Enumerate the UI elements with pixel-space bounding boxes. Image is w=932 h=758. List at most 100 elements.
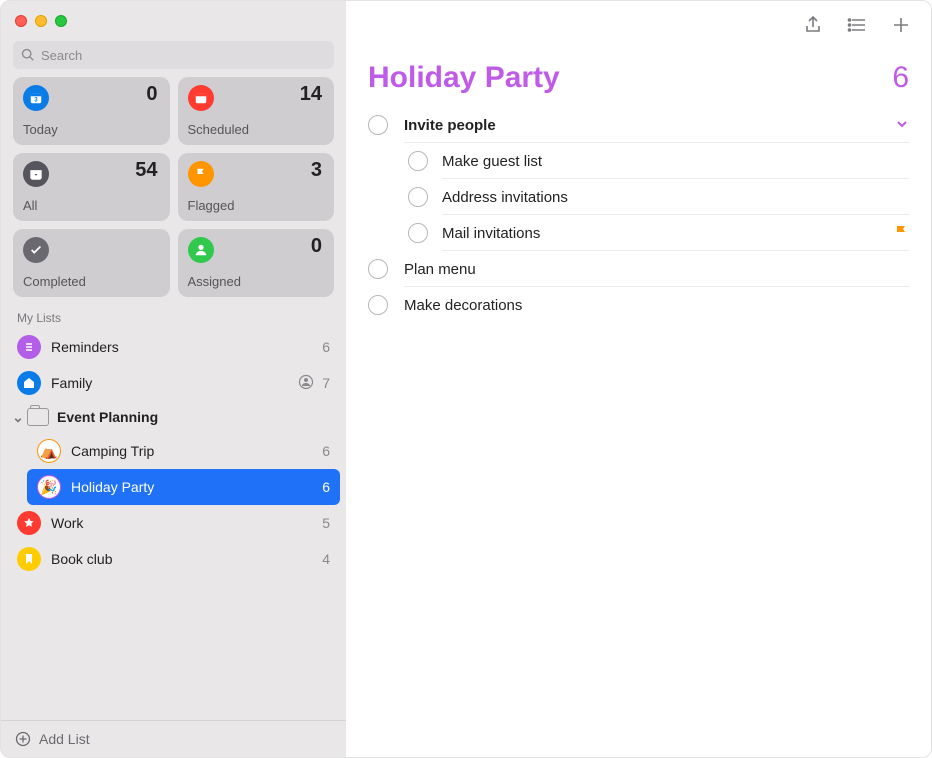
smart-completed-label: Completed <box>23 274 86 289</box>
list-name: Camping Trip <box>71 443 322 459</box>
group-name: Event Planning <box>57 409 158 425</box>
list-name: Holiday Party <box>71 479 322 495</box>
window-close-button[interactable] <box>15 15 27 27</box>
reminder-invite-people[interactable]: Invite people <box>346 107 931 143</box>
list-title-row: Holiday Party 6 <box>346 49 931 101</box>
search-icon <box>21 48 35 62</box>
smart-flagged-count: 3 <box>311 159 322 182</box>
main-panel: Holiday Party 6 Invite people Make guest… <box>346 1 931 757</box>
list-count: 6 <box>322 479 330 495</box>
reminder-make-guest-list[interactable]: Make guest list <box>346 143 931 179</box>
list-count: 4 <box>322 551 330 567</box>
list-icon <box>17 335 41 359</box>
svg-text:3: 3 <box>34 97 38 104</box>
reminder-flag[interactable] <box>893 224 909 243</box>
calendar-icon <box>188 85 214 111</box>
smart-assigned-label: Assigned <box>188 274 241 289</box>
view-options-button[interactable] <box>845 13 869 37</box>
smart-all-label: All <box>23 198 37 213</box>
reminder-checkbox[interactable] <box>408 223 428 243</box>
sidebar: Search 3 0 Today 14 Scheduled <box>1 1 346 757</box>
smart-today-count: 0 <box>146 83 157 106</box>
my-lists-header: My Lists <box>1 301 346 329</box>
check-icon <box>23 237 49 263</box>
shared-icon <box>298 374 314 393</box>
reminder-title: Make decorations <box>404 297 522 314</box>
list-count: 6 <box>322 443 330 459</box>
smart-flagged-label: Flagged <box>188 198 235 213</box>
subtasks-toggle[interactable] <box>895 117 909 134</box>
list-total-count: 6 <box>892 61 909 95</box>
flag-icon <box>893 224 909 240</box>
list-count: 6 <box>322 339 330 355</box>
reminder-checkbox[interactable] <box>368 115 388 135</box>
share-icon <box>803 15 823 35</box>
list-options-icon <box>847 15 867 35</box>
smart-lists-grid: 3 0 Today 14 Scheduled 54 All <box>1 77 346 301</box>
list-count: 7 <box>322 375 330 391</box>
search-input[interactable]: Search <box>13 41 334 69</box>
reminder-title: Invite people <box>404 117 496 134</box>
sidebar-list-book-club[interactable]: Book club 4 <box>1 541 346 577</box>
list-emoji-icon: ⛺️ <box>37 439 61 463</box>
list-name: Reminders <box>51 339 322 355</box>
person-icon <box>188 237 214 263</box>
bookmark-icon <box>17 547 41 571</box>
add-list-label: Add List <box>39 731 90 747</box>
add-list-button[interactable]: Add List <box>1 720 346 757</box>
reminder-plan-menu[interactable]: Plan menu <box>346 251 931 287</box>
smart-all[interactable]: 54 All <box>13 153 170 221</box>
smart-completed[interactable]: Completed <box>13 229 170 297</box>
reminder-address-invitations[interactable]: Address invitations <box>346 179 931 215</box>
new-reminder-button[interactable] <box>889 13 913 37</box>
tray-icon <box>23 161 49 187</box>
reminder-mail-invitations[interactable]: Mail invitations <box>346 215 931 251</box>
reminder-title: Mail invitations <box>442 225 540 242</box>
reminder-make-decorations[interactable]: Make decorations <box>346 287 931 323</box>
list-count: 5 <box>322 515 330 531</box>
sidebar-list-family[interactable]: Family 7 <box>1 365 346 401</box>
share-button[interactable] <box>801 13 825 37</box>
smart-scheduled-count: 14 <box>300 83 322 106</box>
list-name: Family <box>51 375 298 391</box>
smart-all-count: 54 <box>135 159 157 182</box>
main-toolbar <box>346 1 931 49</box>
window-minimize-button[interactable] <box>35 15 47 27</box>
smart-scheduled-label: Scheduled <box>188 122 249 137</box>
smart-today-label: Today <box>23 122 58 137</box>
smart-today[interactable]: 3 0 Today <box>13 77 170 145</box>
reminder-checkbox[interactable] <box>408 187 428 207</box>
chevron-down-icon <box>895 117 909 131</box>
smart-assigned[interactable]: 0 Assigned <box>178 229 335 297</box>
smart-scheduled[interactable]: 14 Scheduled <box>178 77 335 145</box>
list-emoji-icon: 🎉 <box>37 475 61 499</box>
reminder-checkbox[interactable] <box>368 259 388 279</box>
window-traffic-lights <box>1 1 346 31</box>
flag-icon <box>188 161 214 187</box>
sidebar-list-reminders[interactable]: Reminders 6 <box>1 329 346 365</box>
reminder-checkbox[interactable] <box>368 295 388 315</box>
sidebar-list-holiday-party[interactable]: 🎉 Holiday Party 6 <box>27 469 340 505</box>
reminder-title: Address invitations <box>442 189 568 206</box>
list-name: Work <box>51 515 322 531</box>
house-icon <box>17 371 41 395</box>
sidebar-group-event-planning[interactable]: ⌄ Event Planning <box>1 401 346 433</box>
list-title: Holiday Party <box>368 61 560 95</box>
folder-icon <box>27 408 49 426</box>
window-zoom-button[interactable] <box>55 15 67 27</box>
chevron-down-icon: ⌄ <box>11 409 25 426</box>
sidebar-list-camping-trip[interactable]: ⛺️ Camping Trip 6 <box>21 433 346 469</box>
star-icon <box>17 511 41 535</box>
reminder-title: Plan menu <box>404 261 476 278</box>
smart-assigned-count: 0 <box>311 235 322 258</box>
sidebar-list-work[interactable]: Work 5 <box>1 505 346 541</box>
reminder-checkbox[interactable] <box>408 151 428 171</box>
list-name: Book club <box>51 551 322 567</box>
reminders-list: Invite people Make guest list Address in… <box>346 101 931 323</box>
search-placeholder: Search <box>41 48 82 63</box>
smart-flagged[interactable]: 3 Flagged <box>178 153 335 221</box>
reminder-title: Make guest list <box>442 153 542 170</box>
app-window: Search 3 0 Today 14 Scheduled <box>0 0 932 758</box>
group-children: ⛺️ Camping Trip 6 🎉 Holiday Party 6 <box>1 433 346 505</box>
calendar-icon: 3 <box>23 85 49 111</box>
